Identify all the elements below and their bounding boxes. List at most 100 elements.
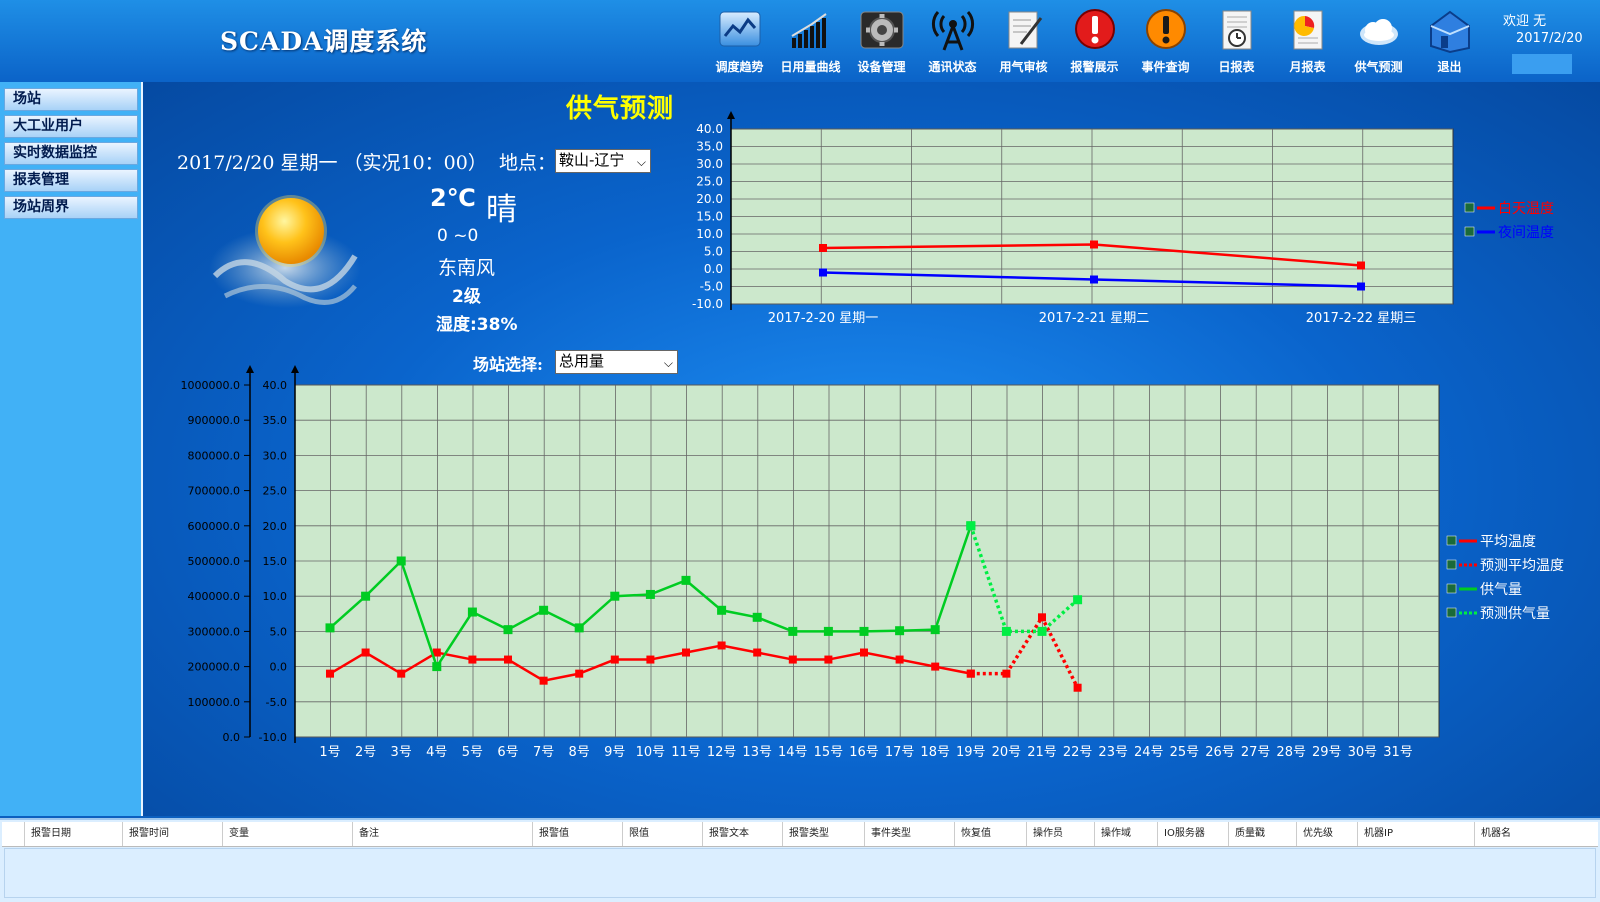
bottom-chart-point bbox=[823, 626, 833, 636]
bottom-chart-x-tick: 12号 bbox=[707, 745, 737, 760]
bottom-chart-point bbox=[468, 655, 477, 664]
alarm-column-header[interactable]: 恢复值 bbox=[954, 822, 1026, 846]
bottom-chart-point bbox=[432, 662, 442, 672]
bottom-chart-point bbox=[610, 655, 619, 664]
bottom-chart-x-tick: 29号 bbox=[1312, 745, 1342, 760]
bottom-chart-y-left-tick: 1000000.0 bbox=[181, 379, 241, 392]
supply-chart: 40.0 35.0 30.0 25.0 20.0 15.0 10.0 5.0 0.0 -5.0 -1… bbox=[181, 365, 1564, 760]
alarm-panel: 报警日期 报警时间 变量 备注 报警值 限值 报警文本 报警类型 事件类型 恢复值 操作员 操作域 IO… bbox=[0, 818, 1600, 902]
bottom-chart-y-left-tick: 900000.0 bbox=[188, 414, 241, 427]
bottom-chart-x-tick: 21号 bbox=[1027, 745, 1057, 760]
bottom-chart-x-tick: 30号 bbox=[1348, 745, 1378, 760]
bottom-chart-y-right-tick: 25.0 bbox=[263, 485, 288, 498]
bottom-chart-legend-box bbox=[1446, 607, 1457, 618]
bottom-chart-point bbox=[1073, 595, 1083, 605]
alarm-table-header: 报警日期 报警时间 变量 备注 报警值 限值 报警文本 报警类型 事件类型 恢复值 操作员 操作域 IO… bbox=[2, 822, 1598, 847]
bottom-chart-x-tick: 14号 bbox=[778, 745, 808, 760]
bottom-chart-point bbox=[752, 612, 762, 622]
bottom-chart-point bbox=[753, 648, 762, 657]
alarm-column-header[interactable]: 报警类型 bbox=[782, 822, 864, 846]
bottom-chart-x-tick: 15号 bbox=[814, 745, 844, 760]
bottom-chart-x-tick: 28号 bbox=[1276, 745, 1306, 760]
bottom-chart-x-tick: 10号 bbox=[636, 745, 666, 760]
bottom-chart-point bbox=[895, 626, 905, 636]
alarm-column-header[interactable]: 报警值 bbox=[532, 822, 622, 846]
alarm-column-header[interactable]: 变量 bbox=[222, 822, 352, 846]
bottom-chart-point bbox=[682, 648, 690, 657]
bottom-chart-x-tick: 13号 bbox=[742, 745, 772, 760]
bottom-chart-x-tick: 25号 bbox=[1170, 745, 1200, 760]
bottom-chart-x-tick: 17号 bbox=[885, 745, 915, 760]
bottom-chart-point bbox=[504, 655, 512, 664]
alarm-table-body[interactable] bbox=[4, 848, 1596, 898]
bottom-chart-y-right-tick: 20.0 bbox=[263, 520, 288, 533]
bottom-chart-y-left-tick: 100000.0 bbox=[188, 696, 241, 709]
bottom-chart-x-tick: 24号 bbox=[1134, 745, 1164, 760]
bottom-chart-point bbox=[646, 655, 655, 664]
alarm-column-header[interactable]: IO服务器 bbox=[1157, 822, 1228, 846]
bottom-chart-point bbox=[788, 655, 797, 664]
bottom-chart-y-left-tick: 800000.0 bbox=[188, 449, 241, 462]
bottom-chart-x-tick: 2号 bbox=[355, 745, 376, 760]
bottom-chart-y-right-tick: 35.0 bbox=[263, 414, 288, 427]
bottom-chart-x-tick: 4号 bbox=[426, 745, 447, 760]
bottom-chart-point bbox=[397, 669, 406, 678]
alarm-column-header[interactable]: 操作域 bbox=[1094, 822, 1157, 846]
alarm-column-header[interactable]: 事件类型 bbox=[864, 822, 954, 846]
bottom-chart-y-right-tick: 10.0 bbox=[263, 590, 288, 603]
bottom-chart-x-tick: 26号 bbox=[1205, 745, 1235, 760]
bottom-chart-point bbox=[503, 625, 513, 635]
bottom-chart-point bbox=[681, 575, 691, 585]
bottom-chart-legend-label: 预测供气量 bbox=[1480, 606, 1550, 622]
bottom-chart-y-left-tick: 500000.0 bbox=[188, 555, 241, 568]
bottom-chart-x-tick: 1号 bbox=[319, 745, 340, 760]
bottom-chart-x-tick: 16号 bbox=[849, 745, 879, 760]
bottom-chart-point bbox=[326, 669, 334, 678]
bottom-chart-point bbox=[574, 623, 584, 633]
alarm-column-header[interactable]: 机器IP bbox=[1357, 822, 1474, 846]
bottom-chart-point bbox=[539, 605, 549, 615]
bottom-chart-point bbox=[931, 662, 940, 671]
bottom-chart-point bbox=[860, 648, 868, 657]
bottom-chart-x-tick: 18号 bbox=[920, 745, 950, 760]
bottom-chart-x-tick: 5号 bbox=[462, 745, 483, 760]
bottom-chart-point bbox=[1037, 626, 1047, 636]
bottom-chart-x-tick: 22号 bbox=[1063, 745, 1093, 760]
bottom-chart-x-tick: 8号 bbox=[569, 745, 590, 760]
bottom-chart-point bbox=[575, 669, 584, 678]
bottom-chart-x-tick: 9号 bbox=[604, 745, 625, 760]
bottom-chart-y-left-tick: 300000.0 bbox=[188, 625, 241, 638]
alarm-column-header[interactable]: 操作员 bbox=[1026, 822, 1094, 846]
bottom-chart-point bbox=[788, 626, 798, 636]
bottom-chart-point bbox=[610, 591, 620, 601]
alarm-column-header[interactable]: 质量戳 bbox=[1228, 822, 1296, 846]
bottom-chart-x-tick: 27号 bbox=[1241, 745, 1271, 760]
bottom-chart-y-right-tick: -10.0 bbox=[259, 731, 287, 744]
bottom-chart-x-tick: 7号 bbox=[533, 745, 554, 760]
alarm-column-header[interactable]: 报警文本 bbox=[702, 822, 782, 846]
bottom-chart-legend-box bbox=[1446, 535, 1457, 546]
bottom-chart-y-right-tick: -5.0 bbox=[266, 696, 287, 709]
bottom-chart-point bbox=[396, 556, 406, 566]
alarm-column-header[interactable]: 报警时间 bbox=[122, 822, 222, 846]
alarm-column-header[interactable]: 报警日期 bbox=[24, 822, 122, 846]
bottom-chart-y-right-tick: 30.0 bbox=[263, 449, 288, 462]
bottom-chart-legend-label: 平均温度 bbox=[1480, 534, 1536, 550]
bottom-chart-point bbox=[1073, 683, 1082, 692]
alarm-column-header[interactable]: 限值 bbox=[622, 822, 702, 846]
bottom-chart-y-left-tick: 700000.0 bbox=[188, 485, 241, 498]
bottom-chart-point bbox=[824, 655, 833, 664]
bottom-chart-y-right-tick: 15.0 bbox=[263, 555, 288, 568]
alarm-column-header[interactable]: 机器名 bbox=[1474, 822, 1598, 846]
bottom-chart-x-tick: 31号 bbox=[1383, 745, 1413, 760]
bottom-chart-left-arrow bbox=[246, 365, 254, 373]
alarm-column-header[interactable]: 备注 bbox=[352, 822, 532, 846]
bottom-chart-point bbox=[1001, 626, 1011, 636]
alarm-column-header[interactable]: 优先级 bbox=[1296, 822, 1357, 846]
bottom-chart-legend-box bbox=[1446, 559, 1457, 570]
bottom-chart-point bbox=[325, 623, 335, 633]
bottom-chart-point bbox=[645, 589, 655, 599]
bottom-chart-y-left-tick: 400000.0 bbox=[188, 590, 241, 603]
bottom-chart-point bbox=[717, 605, 727, 615]
bottom-chart-point bbox=[467, 607, 477, 617]
